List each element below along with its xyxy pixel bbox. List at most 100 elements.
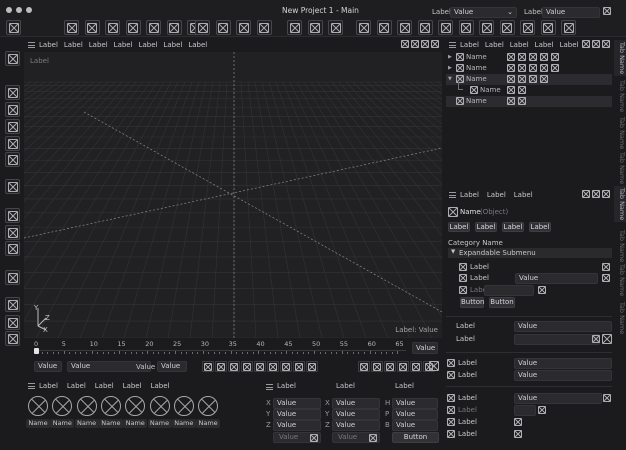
property-field[interactable]: Value [514, 321, 612, 332]
side-tab-6[interactable]: Tab Name [614, 228, 626, 264]
outliner-menu-item-3[interactable]: Label [510, 41, 529, 49]
side-tab-4[interactable]: Tab Name [614, 150, 626, 186]
playback-button-8[interactable] [293, 361, 305, 372]
minimize-window-button[interactable] [16, 7, 22, 13]
transform-dim-field-2[interactable]: Value [332, 432, 380, 443]
transform-value-field[interactable]: Value [273, 420, 321, 431]
outliner-option1-icon[interactable] [582, 40, 590, 48]
viewport-option2-icon[interactable] [411, 40, 419, 48]
toolbar-button-9[interactable] [195, 20, 210, 35]
outliner-state-icon[interactable] [540, 75, 548, 83]
toolbar-button-21[interactable] [458, 20, 474, 35]
outliner-state-icon[interactable] [518, 75, 526, 83]
left-tool-4[interactable] [5, 119, 20, 134]
left-tool-1[interactable] [5, 51, 20, 66]
viewport-menu-item-2[interactable]: Label [64, 41, 83, 49]
side-tab-8[interactable]: Tab Name [614, 300, 626, 336]
property-field[interactable]: Value [514, 370, 612, 381]
toolbar-button-11[interactable] [236, 20, 251, 35]
asset-thumbnail[interactable] [198, 396, 219, 416]
left-tool-6[interactable] [5, 152, 20, 167]
viewport-menu-item-7[interactable]: Label [188, 41, 207, 49]
viewport-menu-item-1[interactable]: Label [39, 41, 58, 49]
asset-menu-item-4[interactable]: Label [123, 382, 142, 390]
key-button-2[interactable] [371, 361, 383, 372]
property-field[interactable] [484, 285, 534, 296]
submenu-button-2[interactable]: Button [489, 297, 515, 308]
toolbar-button-10[interactable] [215, 20, 231, 35]
playback-button-2[interactable] [215, 361, 227, 372]
playback-button-4[interactable] [241, 361, 253, 372]
toolbar-button-20[interactable] [438, 20, 453, 35]
outliner-state-icon[interactable] [529, 75, 537, 83]
asset-thumbnail[interactable] [173, 396, 194, 416]
outliner-state-icon[interactable] [507, 64, 515, 72]
viewport-option4-icon[interactable] [431, 40, 439, 48]
property-field[interactable] [514, 334, 600, 345]
row-checkbox-icon[interactable] [447, 418, 455, 426]
playback-button-9[interactable] [306, 361, 318, 372]
outliner-menu-item-5[interactable]: Label [560, 41, 579, 49]
properties-option2-icon[interactable] [592, 190, 600, 198]
outliner-row[interactable]: Name [446, 96, 612, 107]
outliner-row[interactable]: ▶ Name [446, 52, 612, 63]
property-field[interactable] [514, 405, 536, 416]
asset-menu-item-5[interactable]: Label [151, 382, 170, 390]
toolbar-button-18[interactable] [397, 20, 412, 35]
key-button-1[interactable] [358, 361, 370, 372]
toolbar-button-1[interactable] [6, 20, 21, 35]
left-tool-12[interactable] [5, 297, 20, 312]
transform-value-field[interactable]: Value [392, 398, 438, 409]
outliner-expander-icon[interactable]: ▶ [448, 65, 452, 71]
toolbar-button-4[interactable] [105, 20, 120, 35]
header-field1-select[interactable]: Value ⌄ [450, 7, 517, 18]
left-tool-3[interactable] [5, 102, 20, 117]
left-tool-14[interactable] [5, 331, 20, 346]
timeline[interactable]: 0 5 10 15 20 25 30 35 40 45 50 55 60 65 Value [24, 340, 442, 357]
clear-icon[interactable] [310, 434, 318, 442]
field-clear-icon[interactable] [603, 394, 611, 402]
close-window-button[interactable] [6, 7, 12, 13]
transform-button[interactable]: Button [392, 432, 439, 443]
zoom-window-button[interactable] [26, 7, 32, 13]
toolbar-button-13[interactable] [287, 20, 302, 35]
toolbar-button-2[interactable] [64, 20, 79, 35]
outliner-state-icon[interactable] [507, 53, 515, 61]
toolbar-button-22[interactable] [479, 20, 494, 35]
outliner-state-icon[interactable] [551, 64, 559, 72]
outliner-menu-item-1[interactable]: Label [460, 41, 479, 49]
properties-menu-icon[interactable] [449, 192, 456, 198]
transform-value-field[interactable]: Value [392, 409, 438, 420]
outliner-menu-item-2[interactable]: Label [485, 41, 504, 49]
properties-option1-icon[interactable] [582, 190, 590, 198]
toolbar-button-23[interactable] [499, 20, 515, 35]
asset-thumbnail[interactable] [28, 396, 48, 416]
outliner-state-icon[interactable] [507, 75, 515, 83]
transform-value-field[interactable]: Value [392, 420, 438, 431]
left-tool-7[interactable] [5, 179, 20, 194]
side-tab-2[interactable]: Tab Name [614, 78, 626, 114]
side-tab-3[interactable]: Tab Name [614, 115, 626, 151]
submenu-expander-icon[interactable]: ▼ [451, 249, 455, 255]
outliner-expander-icon[interactable]: ▼ [448, 76, 452, 82]
timeline-playhead[interactable] [34, 348, 39, 354]
asset-menu-item-3[interactable]: Label [95, 382, 114, 390]
outliner-menu-item-4[interactable]: Label [535, 41, 554, 49]
left-tool-13[interactable] [5, 315, 20, 330]
transform-value-field[interactable]: Value [332, 420, 380, 431]
properties-menu-item-1[interactable]: Label [460, 191, 479, 199]
asset-thumbnail[interactable] [125, 396, 146, 416]
toolbar-button-25[interactable] [540, 20, 556, 35]
toolbar-button-5[interactable] [125, 20, 141, 35]
outliner-option3-icon[interactable] [602, 40, 610, 48]
asset-thumbnail[interactable] [52, 396, 73, 416]
row-checkbox-icon[interactable] [447, 394, 455, 402]
outliner-state-icon[interactable] [518, 97, 526, 105]
transform-value-field[interactable]: Value [332, 398, 380, 409]
toolbar-button-16[interactable] [356, 20, 371, 35]
outliner-state-icon[interactable] [518, 53, 526, 61]
properties-option3-icon[interactable] [602, 190, 610, 198]
header-clear-icon[interactable] [603, 7, 611, 15]
left-tool-11[interactable] [5, 270, 20, 285]
viewport-option1-icon[interactable] [401, 40, 409, 48]
